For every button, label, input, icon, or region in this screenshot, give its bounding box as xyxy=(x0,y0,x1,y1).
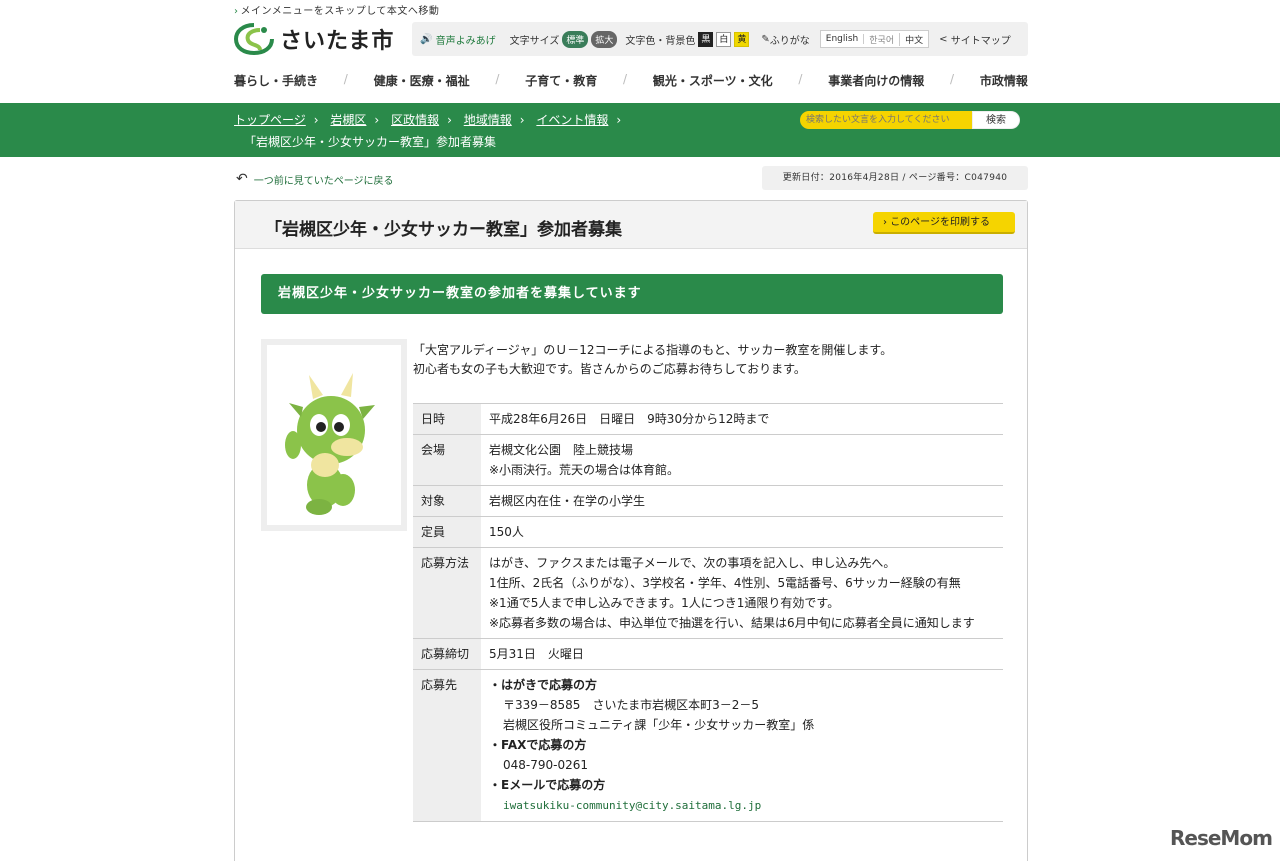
nav-item-cityhall[interactable]: 市政情報 xyxy=(980,72,1028,89)
row-header: 日時 xyxy=(413,403,481,435)
table-row: 応募締切 5月31日 火曜日 xyxy=(413,638,1003,670)
site-search: 検索 xyxy=(800,111,1020,129)
lang-english[interactable]: English xyxy=(821,34,865,44)
breadcrumb-local[interactable]: 地域情報 xyxy=(464,113,512,127)
nav-separator: / xyxy=(495,72,500,86)
row-value: 平成28年6月26日 日曜日 9時30分から12時まで xyxy=(481,403,1003,435)
furigana-button[interactable]: ✎ ふりがな xyxy=(761,32,809,47)
table-row: 応募方法 はがき、ファクスまたは電子メールで、次の事項を記入し、申し込み先へ。 … xyxy=(413,547,1003,639)
row-header: 応募先 xyxy=(413,669,481,822)
event-info-table: 日時 平成28年6月26日 日曜日 9時30分から12時まで 会場 岩槻文化公園… xyxy=(413,403,1003,822)
share-icon: < xyxy=(939,33,948,45)
search-button[interactable]: 検索 xyxy=(972,111,1020,129)
breadcrumb-events[interactable]: イベント情報 xyxy=(536,113,608,127)
row-value: ・はがきで応募の方 〒339－8585 さいたま市岩槻区本町3－2－5 岩槻区役… xyxy=(481,669,1003,822)
print-button[interactable]: › このページを印刷する xyxy=(873,212,1015,234)
breadcrumb-current: 「岩槻区少年・少女サッカー教室」参加者募集 xyxy=(244,135,497,149)
sitemap-link[interactable]: < サイトマップ xyxy=(939,32,1011,47)
city-emblem-icon xyxy=(234,23,274,56)
nav-separator: / xyxy=(798,72,803,86)
speaker-icon: 🔊 xyxy=(420,33,433,45)
lang-korean[interactable]: 한국어 xyxy=(864,32,901,46)
row-value: 150人 xyxy=(481,516,1003,548)
nav-item-tourism[interactable]: 観光・スポーツ・文化 xyxy=(653,72,773,89)
font-large-button[interactable]: 拡大 xyxy=(591,30,618,48)
page-meta: 更新日付：2016年4月28日 / ページ番号：C047940 xyxy=(762,166,1028,190)
language-selector: English 한국어 中文 xyxy=(819,30,930,48)
color-white-button[interactable]: 白 xyxy=(716,31,732,47)
font-standard-button[interactable]: 標準 xyxy=(562,30,589,48)
nav-separator: / xyxy=(950,72,955,86)
color-black-button[interactable]: 黒 xyxy=(698,31,714,47)
breadcrumb-top[interactable]: トップページ xyxy=(234,113,306,127)
nav-item-living[interactable]: 暮らし・手続き xyxy=(234,72,318,89)
table-row: 日時 平成28年6月26日 日曜日 9時30分から12時まで xyxy=(413,403,1003,435)
row-value: 5月31日 火曜日 xyxy=(481,638,1003,670)
email-link[interactable]: iwatsukiku-community@city.saitama.lg.jp xyxy=(503,799,761,812)
pencil-icon: ✎ xyxy=(761,33,770,45)
search-input[interactable] xyxy=(800,111,972,129)
table-row: 応募先 ・はがきで応募の方 〒339－8585 さいたま市岩槻区本町3－2－5 … xyxy=(413,669,1003,822)
nav-item-health[interactable]: 健康・医療・福祉 xyxy=(374,72,470,89)
voice-read-button[interactable]: 🔊 音声よみあげ xyxy=(420,32,496,47)
breadcrumb-band: トップページ › 岩槻区 › 区政情報 › 地域情報 › イベント情報 › 「岩槻区少年・… xyxy=(0,103,1280,157)
row-header: 定員 xyxy=(413,516,481,548)
back-arrow-icon: ↶ xyxy=(236,171,248,187)
utility-bar: 🔊 音声よみあげ 文字サイズ 標準 拡大 文字色・背景色 黒 白 黄 ✎ ふりがな… xyxy=(412,22,1028,56)
breadcrumb: トップページ › 岩槻区 › 区政情報 › 地域情報 › イベント情報 › xyxy=(234,113,622,127)
table-row: 定員 150人 xyxy=(413,516,1003,548)
breadcrumb-admin[interactable]: 区政情報 xyxy=(391,113,439,127)
row-value: 岩槻区内在住・在学の小学生 xyxy=(481,485,1003,517)
row-header: 会場 xyxy=(413,434,481,486)
chevron-right-icon: › xyxy=(234,6,239,17)
row-header: 応募締切 xyxy=(413,638,481,670)
resemom-watermark: ReseMom xyxy=(1170,826,1273,850)
nav-separator: / xyxy=(343,72,348,86)
global-nav: 暮らし・手続き / 健康・医療・福祉 / 子育て・教育 / 観光・スポーツ・文化 / 事… xyxy=(234,72,1028,89)
chevron-right-icon: › xyxy=(883,217,887,228)
color-control: 文字色・背景色 黒 白 黄 xyxy=(625,31,750,47)
mascot-image xyxy=(261,339,407,531)
dragon-mascot-icon xyxy=(267,345,401,525)
page-title: 「岩槻区少年・少女サッカー教室」参加者募集 xyxy=(265,220,622,240)
nav-separator: / xyxy=(623,72,628,86)
table-row: 対象 岩槻区内在住・在学の小学生 xyxy=(413,485,1003,517)
skip-link[interactable]: › メインメニューをスキップして本文へ移動 xyxy=(234,2,439,17)
section-heading: 岩槻区少年・少女サッカー教室の参加者を募集しています xyxy=(261,274,1003,314)
breadcrumb-iwatsuki[interactable]: 岩槻区 xyxy=(330,113,366,127)
back-link[interactable]: ↶ 一つ前に見ていたページに戻る xyxy=(236,171,394,187)
nav-item-business[interactable]: 事業者向けの情報 xyxy=(828,72,924,89)
row-header: 対象 xyxy=(413,485,481,517)
lang-chinese[interactable]: 中文 xyxy=(900,33,928,46)
row-header: 応募方法 xyxy=(413,547,481,639)
panel-header: 「岩槻区少年・少女サッカー教室」参加者募集 › このページを印刷する xyxy=(235,201,1027,249)
row-value: はがき、ファクスまたは電子メールで、次の事項を記入し、申し込み先へ。 1住所、2… xyxy=(481,547,1003,639)
site-logo[interactable]: さいたま市 xyxy=(234,22,394,56)
intro-text: 「大宮アルディージャ」のＵ－12コーチによる指導のもと、サッカー教室を開催します… xyxy=(413,343,893,376)
table-row: 会場 岩槻文化公園 陸上競技場 ※小雨決行。荒天の場合は体育館。 xyxy=(413,434,1003,486)
content-panel: 「岩槻区少年・少女サッカー教室」参加者募集 › このページを印刷する 岩槻区少年… xyxy=(234,200,1028,861)
nav-item-childcare[interactable]: 子育て・教育 xyxy=(525,72,597,89)
color-yellow-button[interactable]: 黄 xyxy=(734,31,750,47)
row-value: 岩槻文化公園 陸上競技場 ※小雨決行。荒天の場合は体育館。 xyxy=(481,434,1003,486)
font-size-control: 文字サイズ 標準 拡大 xyxy=(510,30,618,48)
